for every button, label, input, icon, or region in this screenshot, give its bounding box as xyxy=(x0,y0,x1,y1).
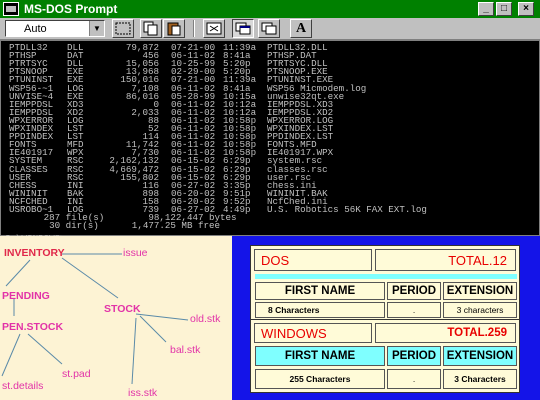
tree-node-stock: STOCK xyxy=(104,303,141,315)
font-button[interactable]: A xyxy=(290,19,312,38)
tree-node-iss-stk: iss.stk xyxy=(128,387,158,399)
tree-node-st-pad: st.pad xyxy=(62,368,91,380)
inventory-tree-diagram: INVENTORY issue PENDING STOCK PEN.STOCK … xyxy=(0,236,232,400)
dir-count-summary: 30 dir(s) 1,477.25 MB free xyxy=(5,220,221,232)
console-output[interactable]: PTDLL32 DLL 79,872 07-21-00 11:39a PTDLL32.DL… xyxy=(0,40,540,244)
toolbar-separator xyxy=(193,20,195,37)
title-bar[interactable]: MS-DOS Prompt _ □ × xyxy=(0,0,540,18)
copy-icon xyxy=(143,21,158,36)
edge-penstock-stpad xyxy=(27,333,63,365)
edge-stock-issstk xyxy=(131,317,137,385)
minimize-button[interactable]: _ xyxy=(478,2,494,16)
font-size-value: Auto xyxy=(24,23,47,35)
dos-label: DOS xyxy=(254,249,372,271)
chevron-down-icon[interactable]: ▼ xyxy=(89,21,104,36)
font-size-select[interactable]: Auto ▼ xyxy=(5,20,105,37)
properties-icon xyxy=(235,22,251,35)
close-button[interactable]: × xyxy=(518,2,534,16)
windows-period-value: . xyxy=(387,369,441,389)
mark-button[interactable] xyxy=(112,19,134,38)
ms-dos-icon[interactable] xyxy=(3,2,19,16)
paste-button[interactable] xyxy=(163,19,185,38)
dos-first-name-header: FIRST NAME xyxy=(255,282,385,300)
properties-button[interactable] xyxy=(232,19,254,38)
dos-period-header: PERIOD xyxy=(387,282,441,300)
windows-period-header: PERIOD xyxy=(387,346,441,366)
tree-node-inventory: INVENTORY xyxy=(4,247,65,259)
tree-node-pending: PENDING xyxy=(2,290,50,302)
tree-node-bal-stk: bal.stk xyxy=(170,344,201,356)
windows-filename-table: WINDOWS TOTAL.259 FIRST NAME PERIOD EXTE… xyxy=(250,319,520,393)
ms-dos-window: MS-DOS Prompt _ □ × Auto ▼ A PTDLL32 DLL… xyxy=(0,0,540,244)
background-icon xyxy=(261,22,277,35)
dos-first-name-value: 8 Characters xyxy=(255,302,385,318)
tree-node-pen-stock: PEN.STOCK xyxy=(2,321,64,333)
windows-label: WINDOWS xyxy=(254,323,372,343)
windows-first-name-value: 255 Characters xyxy=(255,369,385,389)
toolbar: Auto ▼ A xyxy=(0,18,540,40)
windows-first-name-header: FIRST NAME xyxy=(255,346,385,366)
maximize-button[interactable]: □ xyxy=(496,2,512,16)
directory-entry-field: U.S. Robotics 56K FAX EXT.log xyxy=(267,204,427,215)
edge-inventory-stock xyxy=(61,257,119,299)
dos-filename-table: DOS TOTAL.12 FIRST NAME PERIOD EXTENSION… xyxy=(250,245,520,320)
dos-period-value: . xyxy=(387,302,441,318)
dos-extension-value: 3 characters xyxy=(443,302,517,318)
dos-divider-bar xyxy=(255,274,517,279)
edge-penstock-stdetails xyxy=(1,333,21,377)
full-screen-button[interactable] xyxy=(203,19,225,38)
edge-stock-balstk xyxy=(139,315,167,343)
font-icon: A xyxy=(295,21,307,36)
filename-comparison-panel: DOS TOTAL.12 FIRST NAME PERIOD EXTENSION… xyxy=(232,236,540,400)
tree-node-old-stk: old.stk xyxy=(190,313,221,325)
paste-icon xyxy=(167,22,181,36)
mark-icon xyxy=(115,22,131,35)
full-screen-icon xyxy=(206,22,222,35)
copy-button[interactable] xyxy=(140,19,162,38)
window-title: MS-DOS Prompt xyxy=(24,2,118,16)
background-button[interactable] xyxy=(258,19,280,38)
tree-node-issue: issue xyxy=(123,247,148,259)
dos-extension-header: EXTENSION xyxy=(443,282,517,300)
windows-extension-header: EXTENSION xyxy=(443,346,517,366)
windows-total: TOTAL.259 xyxy=(375,323,516,343)
windows-extension-value: 3 Characters xyxy=(443,369,517,389)
tree-node-st-details: st.details xyxy=(2,380,44,392)
edge-inventory-pending xyxy=(5,259,31,287)
dos-total: TOTAL.12 xyxy=(375,249,516,271)
